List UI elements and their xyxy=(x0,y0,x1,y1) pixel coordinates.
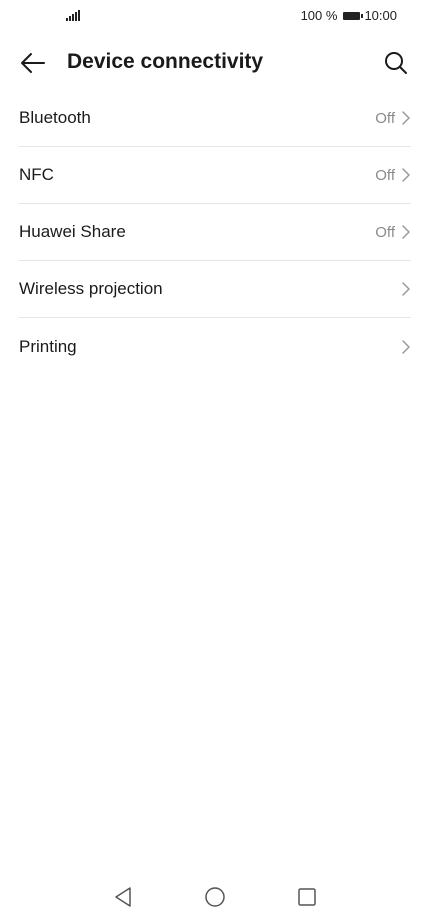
item-label: Printing xyxy=(19,336,77,356)
page-title: Device connectivity xyxy=(67,50,264,73)
nav-home-button[interactable] xyxy=(204,886,226,908)
circle-home-icon xyxy=(205,887,225,907)
chevron-right-icon xyxy=(401,224,411,240)
item-label: Huawei Share xyxy=(19,222,126,241)
chevron-right-icon xyxy=(401,339,411,355)
navigation-bar xyxy=(0,874,431,924)
item-right xyxy=(395,281,411,297)
chevron-right-icon xyxy=(401,281,411,297)
app-header: Device connectivity xyxy=(0,40,431,84)
battery-icon xyxy=(343,11,364,20)
item-status: Off xyxy=(375,223,395,241)
item-status: Off xyxy=(375,109,395,127)
list-item-wireless-projection[interactable]: Wireless projection xyxy=(19,261,411,318)
back-button[interactable] xyxy=(16,46,50,80)
nav-back-button[interactable] xyxy=(112,886,134,908)
item-label: Bluetooth xyxy=(19,108,91,127)
triangle-back-icon xyxy=(115,887,131,907)
item-right: Off xyxy=(375,167,411,184)
battery-percent: 100 % xyxy=(300,8,338,23)
search-icon xyxy=(385,52,407,74)
signal-icon xyxy=(66,10,80,21)
item-right xyxy=(395,339,411,355)
item-right: Off xyxy=(375,110,411,127)
settings-list: Bluetooth Off NFC Off Huawei Share Off W… xyxy=(19,90,411,375)
chevron-right-icon xyxy=(401,110,411,126)
item-right: Off xyxy=(375,224,411,241)
clock: 10:00 xyxy=(364,8,397,23)
item-label: Wireless projection xyxy=(19,279,163,298)
chevron-right-icon xyxy=(401,167,411,183)
status-bar: 100 % 10:00 xyxy=(0,0,431,34)
list-item-printing[interactable]: Printing xyxy=(19,318,411,375)
list-item-huawei-share[interactable]: Huawei Share Off xyxy=(19,204,411,261)
item-status: Off xyxy=(375,166,395,184)
item-label: NFC xyxy=(19,165,54,184)
list-item-bluetooth[interactable]: Bluetooth Off xyxy=(19,90,411,147)
status-right: 100 % 10:00 xyxy=(301,8,397,23)
list-item-nfc[interactable]: NFC Off xyxy=(19,147,411,204)
square-recents-icon xyxy=(298,888,316,906)
arrow-left-icon xyxy=(21,53,45,73)
nav-recents-button[interactable] xyxy=(296,886,318,908)
search-button[interactable] xyxy=(379,46,413,80)
